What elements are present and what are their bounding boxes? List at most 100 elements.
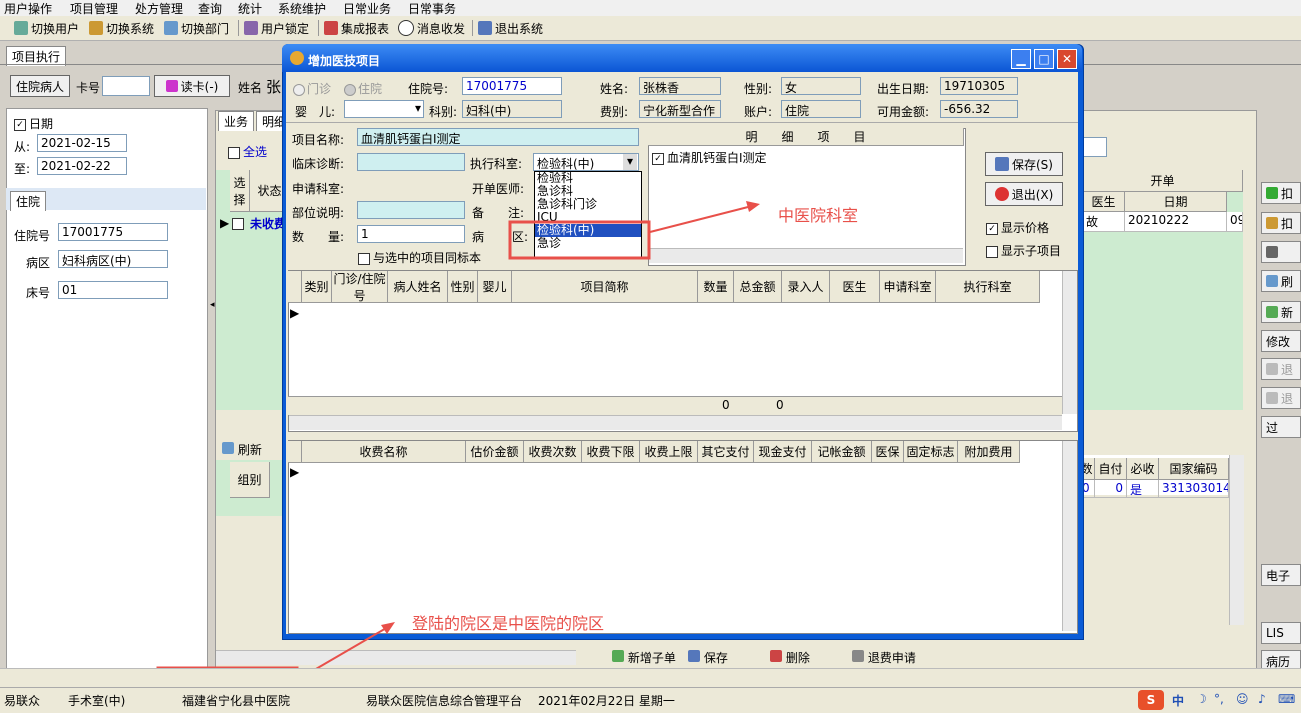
side-btn-1[interactable]: 扣 xyxy=(1261,182,1301,204)
user-lock-button[interactable]: 用户锁定 xyxy=(244,19,309,37)
ward-label: 病区 xyxy=(26,256,51,270)
close-button[interactable]: ✕ xyxy=(1057,49,1077,69)
exit-system-button[interactable]: 退出系统 xyxy=(478,19,543,37)
ime-emoji-icon[interactable]: ☺ xyxy=(1236,692,1249,706)
side-btn-pass[interactable]: 过 xyxy=(1261,416,1301,438)
date-checkbox[interactable]: ✓ 日期 xyxy=(14,115,53,132)
new-sub-order-button[interactable]: 新增子单 xyxy=(612,649,676,666)
side-btn-electronic[interactable]: 电子 xyxy=(1261,564,1301,586)
card-label: 卡号 xyxy=(76,81,101,95)
close-icon: ✕ xyxy=(1061,52,1073,66)
row-checkbox[interactable] xyxy=(232,216,247,230)
ime-punct-icon[interactable]: °, xyxy=(1214,692,1224,706)
baby-select[interactable]: ▾ xyxy=(344,100,424,118)
menu-system[interactable]: 系统维护 xyxy=(278,0,326,17)
side-btn-print[interactable] xyxy=(1261,241,1301,263)
search-icon xyxy=(1266,275,1278,287)
report-icon xyxy=(324,21,338,35)
dialog-exit-button[interactable]: 退出(X) xyxy=(985,182,1063,206)
ward-field[interactable]: 妇科病区(中) xyxy=(58,250,168,268)
maximize-button[interactable]: □ xyxy=(1034,49,1054,69)
read-card-button[interactable]: 读卡(-) xyxy=(154,75,230,97)
dlg-balance: -656.32 xyxy=(940,100,1018,118)
detail-header: 明 细 项 目 xyxy=(648,128,964,146)
item-name-field[interactable]: 血清肌钙蛋白Ⅰ测定 xyxy=(357,128,639,146)
charges-grid-col: 固定标志 xyxy=(904,441,958,463)
show-price-checkbox[interactable]: ✓ 显示价格 xyxy=(986,219,1049,236)
menu-prescription[interactable]: 处方管理 xyxy=(135,0,183,17)
refund-icon xyxy=(1266,363,1278,375)
switch-dept-button[interactable]: 切换部门 xyxy=(164,19,229,37)
power-icon xyxy=(994,187,1009,201)
dlg-fee-type: 宁化新型合作 xyxy=(639,100,721,118)
ime-mic-icon[interactable]: ♪ xyxy=(1258,692,1266,706)
status-platform: 易联众医院信息综合管理平台 xyxy=(366,694,523,708)
detail-item-checkbox[interactable]: ✓ 血清肌钙蛋白Ⅰ测定 xyxy=(652,149,767,166)
menu-daily-affairs[interactable]: 日常事务 xyxy=(408,0,456,17)
tab-project-exec[interactable]: 项目执行 xyxy=(6,46,67,66)
ime-keyboard-icon[interactable]: ⌨ xyxy=(1278,692,1295,706)
side-btn-refund-1[interactable]: 退 xyxy=(1261,358,1301,380)
side-btn-modify[interactable]: 修改 xyxy=(1261,330,1301,352)
from-date[interactable]: 2021-02-15 xyxy=(37,134,127,152)
ime-language[interactable]: 中 xyxy=(1172,692,1184,709)
messages-button[interactable]: 消息收发 xyxy=(398,19,465,37)
hosp-no-label: 住院号 xyxy=(14,229,51,243)
inpatient-button[interactable]: 住院病人 xyxy=(10,75,70,97)
side-btn-refund-2[interactable]: 退 xyxy=(1261,387,1301,409)
menu-stats[interactable]: 统计 xyxy=(238,0,262,17)
ime-logo-icon[interactable]: S xyxy=(1138,690,1164,710)
radio-inpatient[interactable]: 住院 xyxy=(344,80,382,97)
reports-button[interactable]: 集成报表 xyxy=(324,19,389,37)
minimize-button[interactable]: ▁ xyxy=(1011,49,1031,69)
menu-query[interactable]: 查询 xyxy=(198,0,222,17)
save-icon xyxy=(688,650,700,662)
side-btn-2[interactable]: 扣 xyxy=(1261,212,1301,234)
bottom-save-button[interactable]: 保存 xyxy=(688,649,728,666)
hosp-no-field[interactable]: 17001775 xyxy=(58,223,168,241)
show-sub-checkbox[interactable]: 显示子项目 xyxy=(986,242,1061,259)
delete-icon xyxy=(770,650,782,662)
items-grid-col: 婴儿 xyxy=(478,271,512,303)
charges-grid-col: 估价金额 xyxy=(466,441,524,463)
to-date[interactable]: 2021-02-22 xyxy=(37,157,127,175)
ime-moon-icon[interactable]: ☽ xyxy=(1196,692,1207,706)
part-field[interactable] xyxy=(357,201,465,219)
side-btn-lis[interactable]: LIS xyxy=(1261,622,1301,644)
qty-field[interactable]: 1 xyxy=(357,225,465,243)
side-btn-new[interactable]: 新 xyxy=(1261,301,1301,323)
exec-dept-select[interactable]: 检验科(中) ▾ xyxy=(533,153,639,171)
tab-business[interactable]: 业务 xyxy=(218,111,255,131)
back-icon xyxy=(1266,392,1278,404)
exit-icon xyxy=(478,21,492,35)
refresh-button[interactable]: 刷新 xyxy=(222,441,262,458)
status-dept: 手术室(中) xyxy=(68,694,126,708)
switch-user-button[interactable]: 切换用户 xyxy=(14,19,79,37)
system-icon xyxy=(89,21,103,35)
refund-request-button[interactable]: 退费申请 xyxy=(852,649,916,666)
exec-dept-dropdown[interactable]: 检验科 急诊科 急诊科门诊 ICU 检验科(中) 急诊 xyxy=(534,171,642,259)
items-grid-col: 申请科室 xyxy=(880,271,936,303)
dropdown-option[interactable]: 急诊 xyxy=(535,237,641,250)
select-all-checkbox[interactable]: 全选 xyxy=(228,143,267,160)
menu-daily-biz[interactable]: 日常业务 xyxy=(343,0,391,17)
diagnosis-field[interactable] xyxy=(357,153,465,171)
users-icon xyxy=(14,21,28,35)
charges-grid-col: 收费名称 xyxy=(302,441,466,463)
side-btn-refresh[interactable]: 刷 xyxy=(1261,270,1301,292)
menu-user-ops[interactable]: 用户操作 xyxy=(4,0,52,17)
same-specimen-checkbox[interactable]: 与选中的项目同标本 xyxy=(358,249,481,266)
charges-grid-col: 收费上限 xyxy=(640,441,698,463)
menu-project-mgmt[interactable]: 项目管理 xyxy=(70,0,118,17)
tab-inpatient[interactable]: 住院 xyxy=(10,191,47,211)
switch-system-button[interactable]: 切换系统 xyxy=(89,19,154,37)
items-grid-col: 类别 xyxy=(302,271,332,303)
radio-outpatient[interactable]: 门诊 xyxy=(293,80,331,97)
delete-button[interactable]: 删除 xyxy=(770,649,810,666)
card-input[interactable] xyxy=(102,76,150,96)
status-company: 易联众 xyxy=(4,694,41,708)
dialog-save-button[interactable]: 保存(S) xyxy=(985,152,1063,176)
dialog-titlebar xyxy=(282,44,1082,72)
bed-field[interactable]: 01 xyxy=(58,281,168,299)
dlg-dept: 妇科(中) xyxy=(462,100,562,118)
